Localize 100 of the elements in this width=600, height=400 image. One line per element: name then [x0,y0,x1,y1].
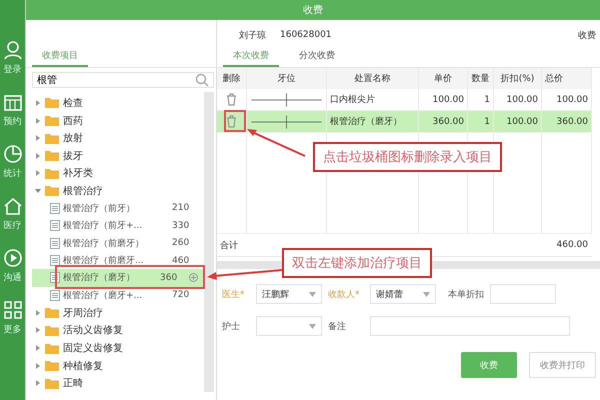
tree-item[interactable]: 放射 [63,131,83,146]
caret-right-icon[interactable] [35,345,41,352]
discount-label: 本单折扣 [448,288,484,300]
charge-time-label: 收费 [578,30,596,42]
table-cell: 360.00 [542,111,592,132]
tree-item[interactable]: 拔牙 [63,148,83,163]
treatment-price: 260 [172,238,190,248]
table-cell: 口内根尖片 [327,89,419,110]
tree-leaf-row[interactable]: 根管治疗（磨牙） 360 [32,269,204,287]
treatment-name: 根管治疗（磨牙） [63,272,136,284]
column-header: 删除 [217,68,247,89]
tree-leaf-row[interactable]: 根管治疗（前磨牙... 460 [32,252,204,270]
folder-icon [45,115,59,126]
tree-item[interactable]: 西药 [63,114,83,128]
calendar-icon[interactable] [2,92,22,112]
column-header: 总价 [542,68,592,89]
tree-leaf-row[interactable]: 根管治疗（磨牙+... 720 [32,286,204,304]
caret-right-icon[interactable] [35,380,41,386]
caret-right-icon[interactable] [35,170,41,176]
tree-item[interactable]: 根管治疗 [63,184,103,198]
discount-field[interactable] [490,284,556,304]
treatment-name: 根管治疗（前磨牙） [63,238,145,250]
table-row[interactable]: 根管治疗（磨牙） 360.00 1 100.00 360.00 [217,111,592,133]
folder-icon [45,132,59,144]
caret-right-icon[interactable] [35,327,41,334]
folder-icon [45,97,59,108]
column-header: 单价 [419,68,468,89]
grid-icon[interactable] [2,300,22,320]
folder-icon [45,378,59,389]
total-label: 合计 [220,240,238,252]
caret-down-icon[interactable] [423,292,430,296]
search-box[interactable]: 根管 [32,72,214,88]
column-header: 牙位 [247,68,327,89]
person-icon[interactable] [2,40,22,60]
column-header: 折扣(%) [494,68,542,89]
column-header: 数量 [468,68,494,89]
trash-icon[interactable] [226,115,237,128]
tree-leaf-row[interactable]: 根管治疗（前牙+... 330 [32,217,204,234]
tree-item[interactable]: 检查 [63,96,83,110]
nurse-label: 护士 [222,320,241,332]
tree-leaf-row[interactable]: 根管治疗（前牙） 210 [32,200,204,218]
folder-icon [45,324,59,336]
table-cell: 100.00 [494,89,542,110]
treatment-price: 360 [160,272,178,283]
caret-down-icon[interactable] [309,324,316,328]
folder-icon [45,360,59,372]
table-cell: 100.00 [419,89,468,110]
dialog-title: 收费 [303,4,323,17]
table-cell: 1 [468,89,494,110]
play-icon[interactable] [2,248,22,268]
total-amount: 460.00 [556,240,588,250]
tree-item[interactable]: 补牙类 [63,166,93,180]
tree-item[interactable]: 正畸 [63,376,83,390]
caret-right-icon[interactable] [35,152,41,159]
treatment-name: 根管治疗（前磨牙... [63,254,145,268]
tree-item[interactable]: 固定义齿修复 [63,341,123,356]
doctor-select[interactable]: 汪鹏辉 [256,284,322,304]
tree-item[interactable]: 活动义齿修复 [63,323,123,338]
caret-down-icon[interactable] [35,188,41,194]
caret-down-icon[interactable] [309,292,316,296]
folder-icon [45,150,59,162]
charge-print-button[interactable]: 收费并打印 [529,352,596,378]
treatment-price: 330 [172,220,190,231]
add-icon[interactable] [189,273,198,282]
folder-icon [45,185,59,196]
document-icon [50,290,60,301]
highlight-frame [224,110,246,132]
tree-item[interactable]: 种植修复 [63,358,103,373]
column-header: 处置名称 [327,68,419,89]
tree-item[interactable]: 牙周治疗 [63,306,103,320]
payee-label: 收款人* [328,288,360,300]
patient-name: 刘子琼 [239,30,266,42]
folder-icon [45,342,59,354]
document-icon [50,238,60,249]
treatment-name: 根管治疗（磨牙+... [63,290,144,302]
table-cell: 360.00 [419,111,468,132]
caret-right-icon[interactable] [35,310,41,316]
house-icon[interactable] [2,196,22,216]
treatment-price: 720 [172,290,190,300]
annotation-callout: 点击垃圾桶图标删除录入项目 [313,142,502,172]
table-cell: 100.00 [494,111,542,132]
caret-right-icon[interactable] [35,362,41,369]
remark-label: 备注 [328,320,347,332]
tree-leaf-row[interactable]: 根管治疗（前磨牙） 260 [32,234,204,252]
caret-right-icon[interactable] [35,118,41,124]
search-icon[interactable] [195,73,209,88]
document-icon [50,220,60,232]
charge-tab[interactable]: 分次收费 [289,47,345,67]
trash-icon[interactable] [226,93,237,106]
patient-id: 160628001 [280,30,332,40]
payee-select[interactable]: 谢婧蕾 [370,284,436,304]
remark-field[interactable] [370,316,570,336]
caret-right-icon[interactable] [35,100,41,106]
folder-icon [45,168,59,179]
pie-chart-icon[interactable] [2,144,22,164]
table-cell: 根管治疗（磨牙） [327,111,419,132]
table-cell: 1 [468,111,494,132]
treatment-name: 根管治疗（前牙） [63,202,136,215]
treatment-name: 根管治疗（前牙+... [63,220,144,232]
caret-right-icon[interactable] [35,135,41,142]
